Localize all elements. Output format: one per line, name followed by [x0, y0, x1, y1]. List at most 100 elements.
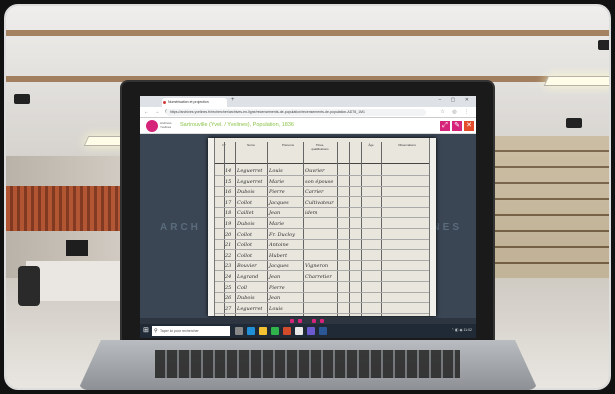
- census-register: N° Noms Prénoms Titres, qualifications Â…: [214, 138, 430, 316]
- zoom-in-icon[interactable]: [312, 319, 316, 323]
- register-cell: Antoine: [269, 242, 289, 249]
- browser-tab[interactable]: Numérisation et projection: [162, 98, 227, 107]
- register-cell: 14: [225, 168, 232, 174]
- desk-monitor: [66, 240, 88, 256]
- register-cell: idem: [305, 210, 318, 217]
- register-header-cell: Observations: [398, 143, 416, 147]
- wood-slat-wall: [6, 186, 131, 231]
- image-viewer[interactable]: ARCH VELINES N° Noms Prénoms Titres, qua…: [140, 134, 476, 318]
- app-header: Archives Yvelines Sartrouville (Yvel. / …: [140, 118, 476, 134]
- register-cell: Coll: [237, 284, 248, 291]
- spotlight: [566, 118, 582, 128]
- register-cell: Leguerret: [237, 168, 263, 174]
- laptop-keyboard: [155, 350, 460, 378]
- teams-icon[interactable]: [307, 327, 315, 335]
- word-icon[interactable]: [319, 327, 327, 335]
- register-cell: 23: [225, 263, 232, 270]
- windows-taskbar: ⊞ Taper ici pour rechercher ⌃ ◧ ◉ 11:02: [140, 324, 476, 338]
- register-row: 18 Caillet Jean idem: [215, 208, 429, 219]
- ceiling-beam: [6, 30, 609, 36]
- register-cell: Legrand: [237, 274, 259, 280]
- register-cell: Jean: [269, 210, 281, 217]
- register-cell: Vigneron: [305, 263, 329, 270]
- register-cell: 20: [225, 231, 232, 238]
- prev-page-icon[interactable]: [290, 319, 294, 323]
- register-cell: Louis: [269, 305, 283, 312]
- register-row: 17 Collot Jacques Cultivateur: [215, 198, 429, 208]
- close-viewer-button[interactable]: ✕: [464, 121, 474, 131]
- zoom-out-icon[interactable]: [298, 319, 302, 323]
- address-bar-row: ← → ⟳ https://archives.yvelines.fr/reche…: [140, 107, 476, 118]
- favicon-icon: [163, 101, 166, 104]
- register-row: 26 Dubois Jean: [215, 293, 429, 304]
- register-row: 22 Collot Hubert: [215, 251, 429, 261]
- register-cell: Jacques: [269, 199, 289, 206]
- register-cell: Leguerret: [237, 305, 263, 312]
- register-row: 20 Collot Fr. Ducloy: [215, 230, 429, 240]
- watermark-left: ARCH: [160, 222, 201, 233]
- register-row: 27 Leguerret Louis: [215, 304, 429, 314]
- spotlight: [14, 94, 30, 104]
- register-header-cell: Âge: [368, 143, 374, 147]
- edit-button[interactable]: ✎: [452, 121, 462, 131]
- register-row: 19 Dubois Marie: [215, 219, 429, 229]
- register-cell: Ouvrier: [305, 168, 325, 174]
- file-explorer-icon[interactable]: [259, 327, 267, 335]
- archives-logo-icon[interactable]: [146, 120, 158, 132]
- register-cell: Cultivateur: [305, 199, 334, 206]
- register-cell: Marie: [269, 221, 285, 227]
- browser-tab-bar: Numérisation et projection + – ▢ ✕: [140, 96, 476, 107]
- windows-start-icon[interactable]: ⊞: [143, 327, 150, 334]
- register-cell: 21: [225, 242, 232, 249]
- taskbar-search[interactable]: Taper ici pour rechercher: [152, 326, 230, 336]
- register-cell: Hubert: [269, 252, 288, 259]
- register-cell: 22: [225, 252, 232, 259]
- register-cell: Dubois: [237, 295, 255, 302]
- register-header-cell: Prénoms: [281, 143, 294, 147]
- spotlight: [598, 40, 609, 50]
- register-cell: Bouvier: [237, 263, 257, 270]
- register-cell: Dubois: [237, 221, 255, 227]
- register-cell: Jacques: [269, 263, 289, 270]
- system-tray[interactable]: ⌃ ◧ ◉ 11:02: [451, 328, 472, 332]
- register-cell: 16: [225, 189, 232, 196]
- powerpoint-icon[interactable]: [283, 327, 291, 335]
- tab-title: Numérisation et projection: [168, 100, 209, 104]
- register-cell: son épouse: [305, 178, 334, 185]
- register-cell: Fr. Ducloy: [269, 231, 295, 238]
- register-cell: Jean: [269, 295, 281, 302]
- register-cell: Carrier: [305, 189, 324, 196]
- register-row: 16 Dubois Pierre Carrier: [215, 187, 429, 198]
- register-cell: Collot: [237, 242, 253, 249]
- register-cell: Collot: [237, 252, 253, 259]
- register-cell: Charretier: [305, 274, 332, 280]
- fullscreen-button[interactable]: ⤢: [440, 121, 450, 131]
- register-row: 23 Bouvier Jacques Vigneron: [215, 261, 429, 272]
- edge-icon[interactable]: [247, 327, 255, 335]
- extension-icons[interactable]: ☆ ◎ ⋮: [440, 109, 472, 115]
- excel-icon[interactable]: [271, 327, 279, 335]
- laptop-screen: Numérisation et projection + – ▢ ✕ ← → ⟳…: [140, 96, 476, 338]
- register-row: 15 Leguerret Marie son épouse: [215, 177, 429, 187]
- chrome-icon[interactable]: [295, 327, 303, 335]
- register-cell: 27: [225, 305, 232, 312]
- register-cell: 24: [225, 274, 232, 280]
- register-cell: 15: [225, 178, 232, 185]
- register-row: 21 Collot Antoine: [215, 240, 429, 251]
- next-page-icon[interactable]: [320, 319, 324, 323]
- register-cell: 26: [225, 295, 232, 302]
- register-cell: 18: [225, 210, 232, 217]
- register-cell: Marie: [269, 178, 285, 185]
- url-field[interactable]: https://archives.yvelines.fr/rechercher/…: [166, 109, 426, 116]
- task-view-icon[interactable]: [235, 327, 243, 335]
- register-cell: Pierre: [269, 284, 285, 291]
- register-cell: Dubois: [237, 189, 255, 196]
- register-row: 24 Legrand Jean Charretier: [215, 272, 429, 282]
- scanned-register-page[interactable]: N° Noms Prénoms Titres, qualifications Â…: [208, 138, 436, 316]
- register-cell: Pierre: [269, 189, 285, 196]
- window-controls[interactable]: – ▢ ✕: [439, 97, 473, 103]
- document-title: Sartrouville (Yvel. / Yvelines), Populat…: [180, 122, 294, 128]
- register-cell: 17: [225, 199, 232, 206]
- new-tab-icon[interactable]: +: [231, 97, 235, 103]
- register-header-cell: Noms: [247, 143, 255, 147]
